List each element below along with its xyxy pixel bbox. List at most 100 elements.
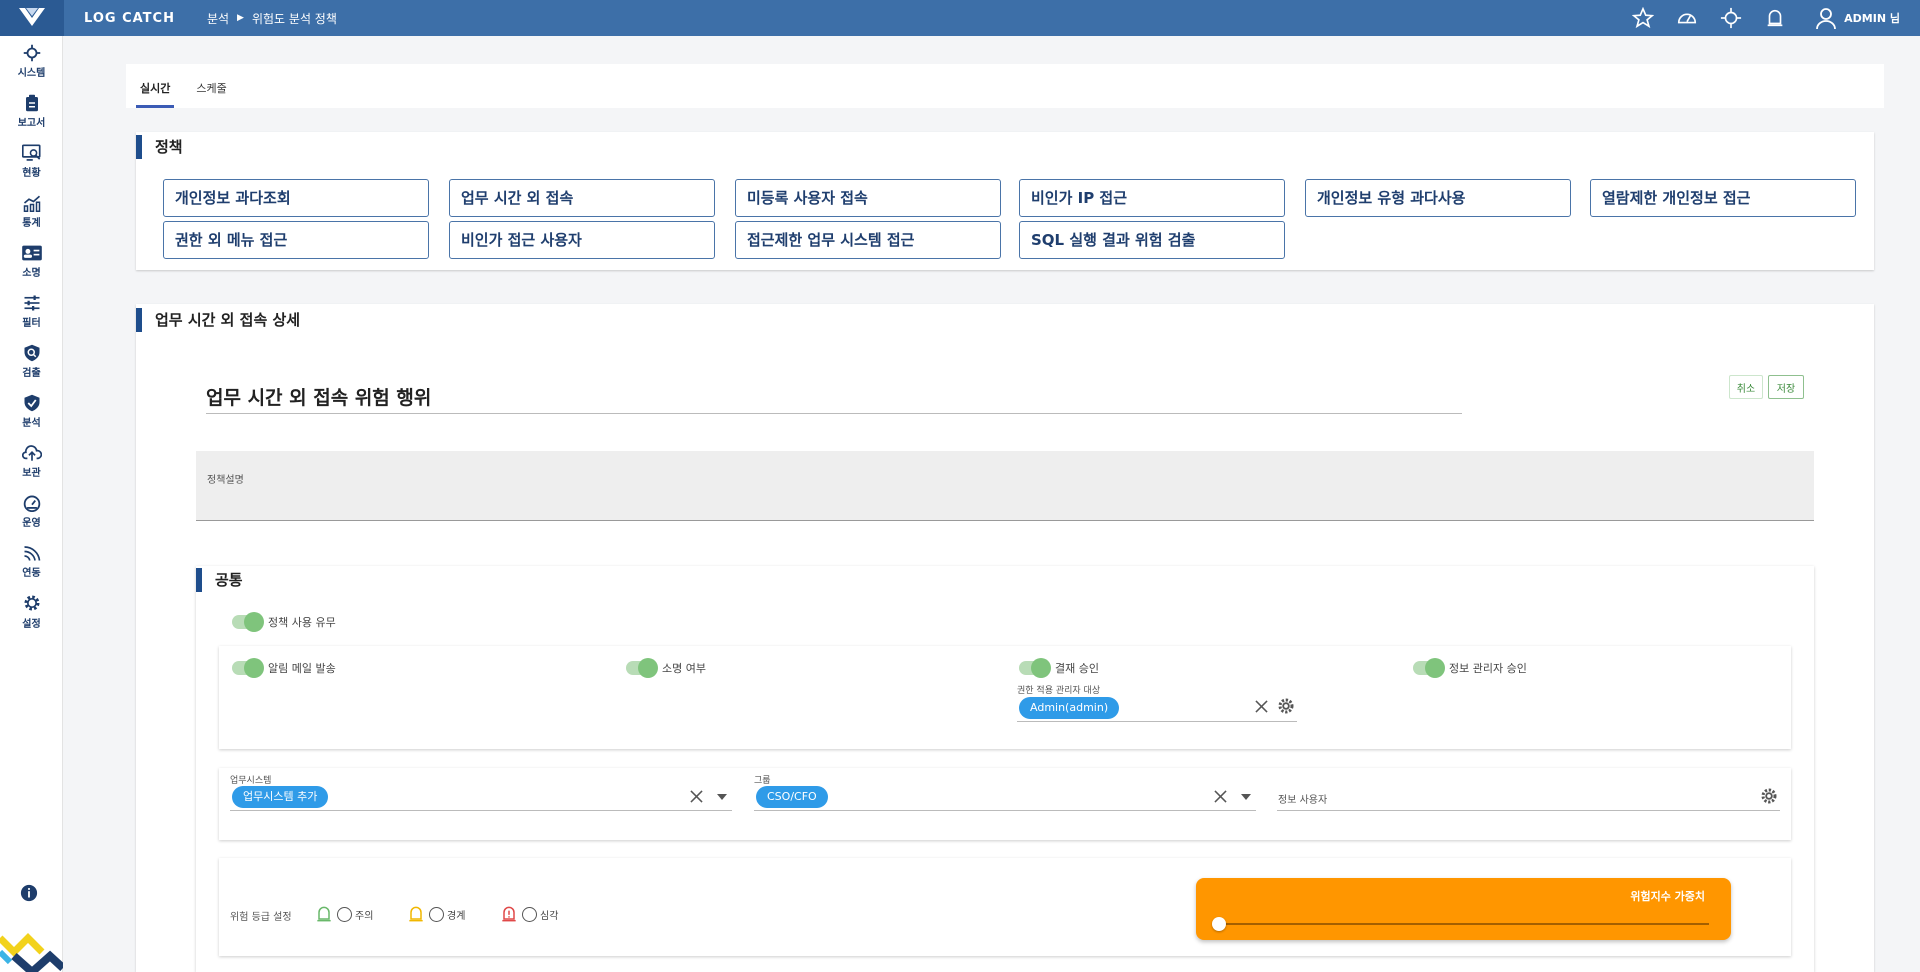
policy-use-toggle[interactable]: 정책 사용 유무 bbox=[232, 612, 336, 632]
user-menu[interactable]: ADMIN 님 bbox=[1814, 6, 1900, 30]
sidebar-item-label: 운영 bbox=[22, 517, 41, 529]
sidebar-item-system[interactable]: 시스템 bbox=[0, 36, 63, 86]
breadcrumb-item[interactable]: 분석 bbox=[207, 10, 229, 27]
tab-bar: 실시간 스케줄 bbox=[126, 64, 1884, 108]
risk-level-text: 경계 bbox=[447, 910, 466, 922]
gauge-icon bbox=[23, 495, 40, 512]
policy-button[interactable]: 미등록 사용자 접속 bbox=[735, 179, 1001, 217]
gear-icon[interactable] bbox=[1276, 696, 1296, 716]
risk-weight-slider-track[interactable] bbox=[1218, 923, 1709, 925]
sidebar-item-label: 설정 bbox=[22, 618, 41, 630]
shield-check-icon bbox=[24, 394, 39, 411]
toggle-switch[interactable] bbox=[232, 658, 264, 678]
policy-button[interactable]: 권한 외 메뉴 접근 bbox=[163, 221, 429, 259]
sidebar-item-label: 보관 bbox=[22, 467, 41, 479]
top-bar: LOG CATCH 분석 ▶ 위험도 분석 정책 ADMIN 님 bbox=[0, 0, 1920, 36]
policy-button[interactable]: SQL 실행 결과 위험 검출 bbox=[1019, 221, 1285, 259]
policy-button[interactable]: 비인가 접근 사용자 bbox=[449, 221, 715, 259]
business-system-chip[interactable]: 업무시스템 추가 bbox=[232, 785, 329, 808]
sidebar-item-label: 필터 bbox=[22, 317, 41, 329]
bell-red-icon bbox=[502, 906, 516, 922]
cancel-button[interactable]: 취소 bbox=[1729, 375, 1763, 399]
risk-level-text: 심각 bbox=[540, 910, 559, 922]
sidebar-item-label: 통계 bbox=[22, 217, 41, 229]
save-button[interactable]: 저장 bbox=[1768, 375, 1804, 399]
signal-icon bbox=[23, 545, 40, 561]
clear-icon[interactable] bbox=[1211, 787, 1229, 805]
tab-realtime[interactable]: 실시간 bbox=[136, 80, 175, 108]
sidebar-item-detection[interactable]: 검출 bbox=[0, 336, 63, 386]
clear-icon[interactable] bbox=[687, 787, 705, 805]
policy-button[interactable]: 업무 시간 외 접속 bbox=[449, 179, 715, 217]
radio-button[interactable] bbox=[337, 906, 352, 922]
info-manager-approval-toggle[interactable]: 정보 관리자 승인 bbox=[1413, 658, 1527, 678]
chevron-down-icon[interactable] bbox=[1237, 788, 1255, 806]
sidebar-item-stats[interactable]: 통계 bbox=[0, 186, 63, 236]
sidebar-item-operation[interactable]: 운영 bbox=[0, 486, 63, 536]
sidebar-item-archive[interactable]: 보관 bbox=[0, 436, 63, 486]
policy-name-input[interactable]: 업무 시간 외 접속 위험 행위 bbox=[206, 382, 1462, 414]
toggle-switch[interactable] bbox=[1019, 658, 1051, 678]
toggle-label: 정책 사용 유무 bbox=[268, 616, 336, 629]
tab-schedule[interactable]: 스케줄 bbox=[192, 80, 230, 108]
group-chip[interactable]: CSO/CFO bbox=[756, 785, 828, 808]
group-select[interactable] bbox=[754, 783, 1256, 811]
policy-description-textarea[interactable]: 정책설명 bbox=[196, 451, 1814, 521]
policy-button[interactable]: 비인가 IP 접근 bbox=[1019, 179, 1285, 217]
risk-level-caution[interactable]: 주의 bbox=[314, 904, 373, 924]
toggle-switch[interactable] bbox=[626, 658, 658, 678]
breadcrumb-caret-icon: ▶ bbox=[237, 13, 244, 23]
policy-section-title: 정책 bbox=[136, 135, 183, 159]
clear-icon[interactable] bbox=[1252, 697, 1270, 715]
sidebar-item-report[interactable]: 보고서 bbox=[0, 86, 63, 136]
sidebar-item-label: 소명 bbox=[22, 267, 41, 279]
risk-weight-slider-thumb[interactable] bbox=[1212, 917, 1226, 931]
toggle-switch[interactable] bbox=[1413, 658, 1445, 678]
sidebar-item-settings[interactable]: 설정 bbox=[0, 586, 63, 636]
info-user-select[interactable] bbox=[1277, 783, 1780, 811]
sidebar-item-explanation[interactable]: 소명 bbox=[0, 236, 63, 286]
toggle-label: 소명 여부 bbox=[662, 662, 706, 675]
radio-button[interactable] bbox=[429, 906, 444, 922]
sidebar-item-analysis[interactable]: 분석 bbox=[0, 386, 63, 436]
risk-level-label: 위험 등급 설정 bbox=[230, 912, 292, 923]
gear-icon[interactable] bbox=[1759, 786, 1779, 806]
notification-card bbox=[219, 646, 1791, 749]
logo[interactable] bbox=[0, 0, 64, 36]
bell-icon[interactable] bbox=[1764, 7, 1786, 29]
toggle-label: 알림 메일 발송 bbox=[268, 662, 336, 675]
crosshair-icon[interactable] bbox=[1720, 7, 1742, 29]
info-icon[interactable] bbox=[20, 884, 38, 906]
cloud-upload-icon bbox=[21, 444, 42, 461]
risk-level-critical[interactable]: 심각 bbox=[499, 904, 558, 924]
monitor-search-icon bbox=[21, 143, 41, 161]
brand-name: LOG CATCH bbox=[84, 10, 175, 26]
crosshair-icon bbox=[23, 44, 40, 61]
sidebar-item-filter[interactable]: 필터 bbox=[0, 286, 63, 336]
policy-button[interactable]: 개인정보 유형 과다사용 bbox=[1305, 179, 1571, 217]
sidebar-item-status[interactable]: 현황 bbox=[0, 136, 63, 186]
radio-button[interactable] bbox=[522, 906, 537, 922]
user-icon bbox=[1816, 8, 1837, 30]
policy-button[interactable]: 개인정보 과다조회 bbox=[163, 179, 429, 217]
detail-section-title: 업무 시간 외 접속 상세 bbox=[136, 308, 300, 332]
star-icon[interactable] bbox=[1632, 7, 1655, 29]
sidebar-item-label: 현황 bbox=[22, 167, 41, 179]
policy-button[interactable]: 접근제한 업무 시스템 접근 bbox=[735, 221, 1001, 259]
toggle-switch[interactable] bbox=[232, 612, 264, 632]
shield-search-icon bbox=[24, 344, 39, 361]
sidebar-item-label: 연동 bbox=[22, 567, 41, 579]
sidebar-item-integration[interactable]: 연동 bbox=[0, 536, 63, 586]
common-section-title: 공통 bbox=[196, 568, 243, 592]
mail-alert-toggle[interactable]: 알림 메일 발송 bbox=[232, 658, 336, 678]
approver-chip[interactable]: Admin(admin) bbox=[1019, 696, 1120, 719]
explanation-toggle[interactable]: 소명 여부 bbox=[626, 658, 706, 678]
dashboard-icon[interactable] bbox=[1676, 7, 1698, 29]
chevron-down-icon[interactable] bbox=[713, 788, 731, 806]
approval-toggle[interactable]: 결재 승인 bbox=[1019, 658, 1099, 678]
risk-level-warning[interactable]: 경계 bbox=[406, 904, 465, 924]
chip-label: CSO/CFO bbox=[756, 786, 828, 808]
policy-button[interactable]: 열람제한 개인정보 접근 bbox=[1590, 179, 1856, 217]
breadcrumb-item[interactable]: 위험도 분석 정책 bbox=[252, 10, 337, 27]
breadcrumb: 분석 ▶ 위험도 분석 정책 bbox=[207, 10, 337, 27]
